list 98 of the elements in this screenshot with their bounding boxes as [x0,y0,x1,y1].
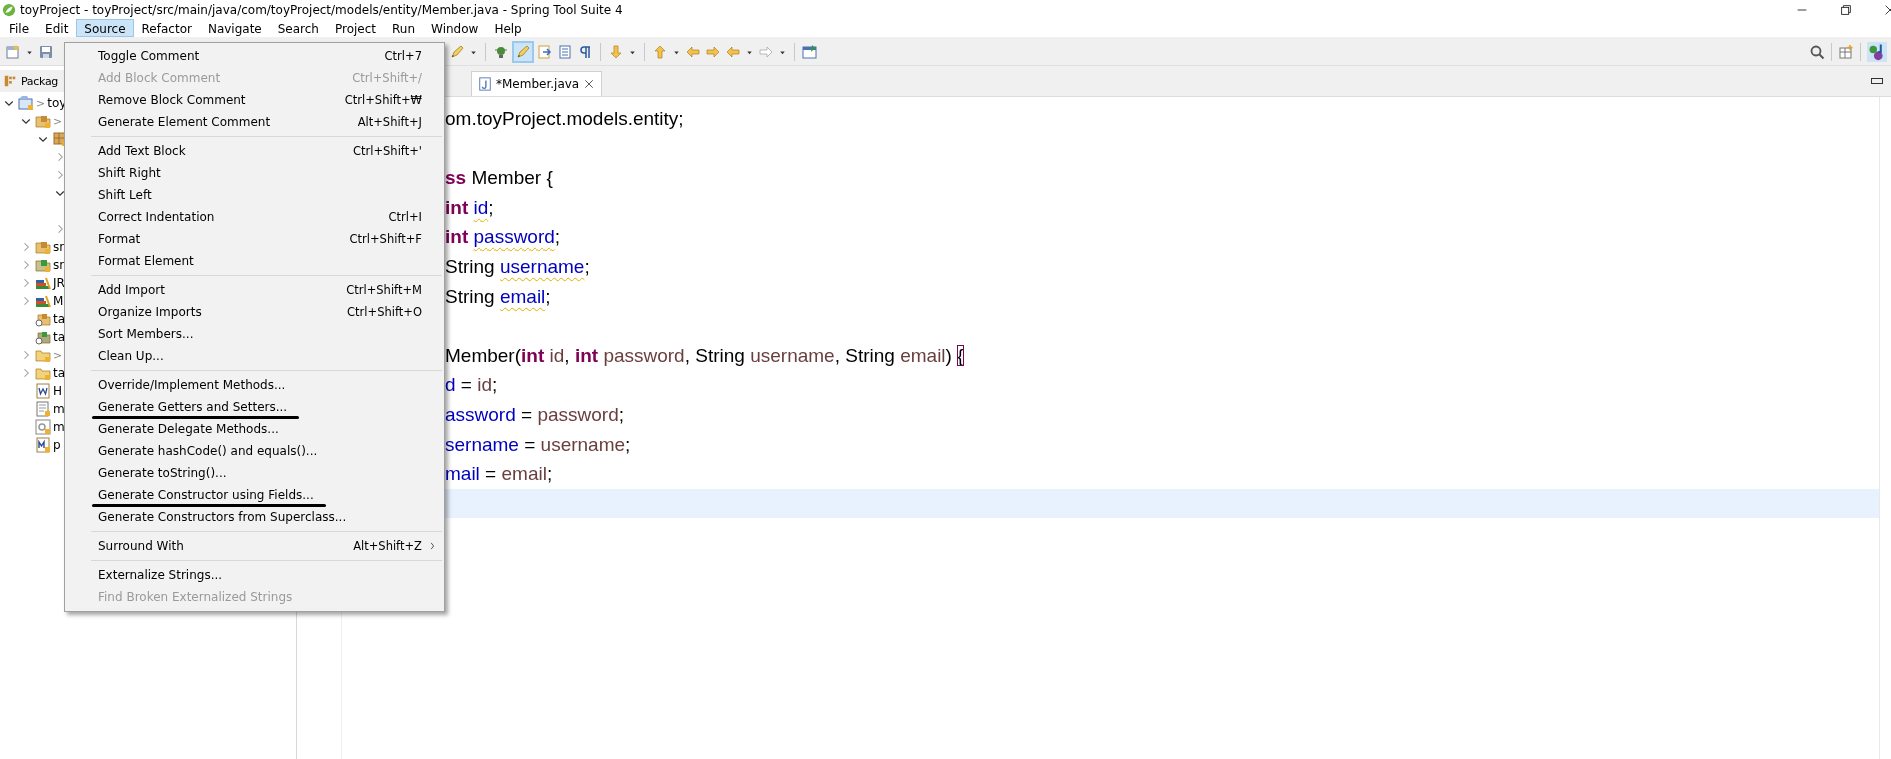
save-icon[interactable] [38,44,54,60]
source-folder-icon [35,311,51,327]
settings-file-icon [35,419,51,435]
menu-bar-item[interactable]: Window [423,19,487,37]
menu-item[interactable]: Format Element [65,250,444,272]
editor-tab[interactable]: *Member.java [471,71,603,96]
tree-item[interactable]: ta [53,312,66,326]
menu-bar-item[interactable]: File [1,19,38,37]
window-title: toyProject - toyProject/src/main/java/com/toyProject/models/entity/Member.java - Spring Tool Suite 4 [20,3,623,17]
menu-item[interactable]: Format Ctrl+Shift+F [65,228,444,250]
minimize-icon[interactable] [1871,78,1883,84]
tree-item[interactable]: m [53,402,65,416]
menu-item[interactable]: Generate hashCode() and equals()... [65,440,444,462]
change-marker: > [36,96,46,110]
menu-item[interactable]: Generate Constructor using Fields... [65,484,444,506]
layout-plus-icon[interactable] [1838,44,1854,60]
tree-item[interactable]: ta [53,366,66,380]
keyboard-shortcut: Ctrl+Shift+/ [352,71,422,85]
paragraph-icon[interactable] [577,44,593,60]
library-icon [35,275,51,291]
pencil-icon[interactable] [513,42,533,62]
source-folder-icon [35,239,51,255]
tree-item[interactable]: p [53,438,61,452]
tree-item[interactable]: JR [53,276,65,290]
code-line: assword = password; [444,402,625,427]
keyboard-shortcut: Ctrl+Shift+M [346,283,422,297]
code-line: String email; [444,284,552,309]
menu-item[interactable]: Shift Left [65,184,444,206]
menu-item[interactable]: Correct Indentation Ctrl+I [65,206,444,228]
close-icon[interactable] [583,78,596,90]
keyboard-shortcut: Ctrl+Shift+F [349,232,422,246]
keyboard-shortcut: Ctrl+Shift+' [352,144,422,158]
code-line: int password; [444,225,562,250]
code-line: String username; [444,254,591,279]
view-title: Packag [21,74,59,88]
menu-item[interactable]: Add Text Block Ctrl+Shift+' [65,140,444,162]
change-marker: > [53,348,63,362]
document-icon[interactable] [557,44,573,60]
change-marker: > [53,114,63,128]
menu-bar-item[interactable]: Help [486,19,530,37]
menu-item[interactable]: Add Import Ctrl+Shift+M [65,279,444,301]
menu-item[interactable]: Organize Imports Ctrl+Shift+O [65,301,444,323]
menu-bar-item[interactable]: Search [269,19,327,37]
menu-item[interactable]: Generate Getters and Setters... [65,396,444,418]
menu-bar-item[interactable]: Refactor [133,19,200,37]
menu-item[interactable]: Toggle Comment Ctrl+7 [65,45,444,67]
library-icon [35,293,51,309]
menu-bar-item[interactable]: Source [76,19,134,37]
code-line: sername = username; [444,432,632,457]
menu-item[interactable]: Generate Delegate Methods... [65,418,444,440]
code-line: int id; [444,195,495,220]
package-icon [3,74,17,88]
menu-item[interactable]: Externalize Strings... [65,564,444,586]
keyboard-shortcut: Alt+Shift+Z [353,539,422,553]
folder-icon [35,365,51,381]
restore-icon[interactable] [1839,3,1853,17]
code-line: d = id; [444,373,499,398]
text-file-icon [35,401,51,417]
menu-bar-item[interactable]: Navigate [199,19,270,37]
java-file-icon [478,77,492,91]
menu-item[interactable]: Shift Right [65,162,444,184]
code-line: om.toyProject.models.entity; [444,107,685,131]
keyboard-shortcut: Ctrl+I [388,210,422,224]
code-line: ss Member { [444,166,554,191]
keyboard-shortcut: Ctrl+Shift+₩ [344,93,422,107]
keyboard-shortcut: Ctrl+7 [384,49,422,63]
menu-item[interactable]: Remove Block Comment Ctrl+Shift+₩ [65,89,444,111]
keyboard-shortcut: Ctrl+Shift+O [347,305,422,319]
java-perspective-icon[interactable] [1867,42,1887,62]
maven-file-icon [35,437,51,453]
arrow-right-icon[interactable] [705,44,721,60]
search-icon[interactable] [1809,44,1825,60]
menu-item[interactable]: Generate Constructors from Superclass... [65,506,444,528]
window-pin-icon[interactable] [802,44,818,60]
menu-bar-item[interactable]: Project [326,19,385,37]
tree-item[interactable]: m [53,420,65,434]
tree-item[interactable]: sr [53,240,65,254]
tree-item[interactable]: ta [53,330,66,344]
tree-item[interactable]: M [53,294,64,308]
menu-bar-item[interactable]: Edit [37,19,77,37]
menu-item[interactable]: Override/Implement Methods... [65,374,444,396]
menu-bar-item[interactable]: Run [384,19,424,37]
menu-item[interactable]: Clean Up... [65,345,444,367]
menu-item[interactable]: Generate toString()... [65,462,444,484]
source-folder-icon [35,257,51,273]
source-folder-icon [35,113,51,129]
menu-item[interactable]: Generate Element Comment Alt+Shift+J [65,111,444,133]
tree-item[interactable]: sr [53,258,65,272]
tree-item[interactable]: H [53,384,63,398]
project-icon [18,95,34,111]
bulb-icon[interactable] [493,44,509,60]
word-file-icon [35,383,51,399]
source-folder-icon [35,329,51,345]
menu-item[interactable]: Surround With Alt+Shift+Z [65,535,444,557]
code-line: mail = email; [444,462,554,487]
menu-item[interactable]: Sort Members... [65,323,444,345]
folder-icon [35,347,51,363]
keyboard-shortcut: Alt+Shift+J [357,115,422,129]
